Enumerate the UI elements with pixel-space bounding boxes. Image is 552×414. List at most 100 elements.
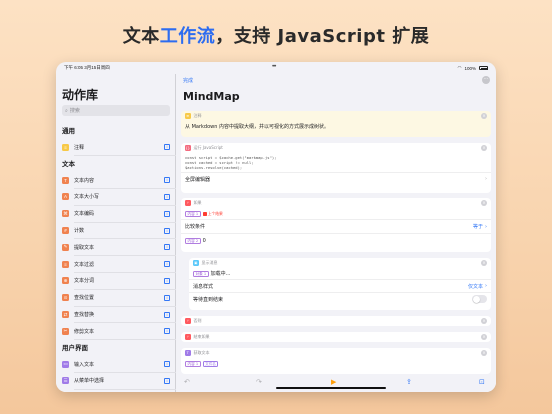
action-icon: ≡ xyxy=(62,143,69,151)
row-label: 全屏编辑器 xyxy=(185,176,211,183)
share-icon[interactable]: ⇪ xyxy=(406,378,412,386)
info-icon[interactable]: i xyxy=(164,244,170,251)
action-icon: ✎ xyxy=(62,243,69,251)
bottom-toolbar: ↶ ↷ ▶ ⇪ ⊡ xyxy=(176,374,496,392)
message-style-value[interactable]: 仅文本 xyxy=(468,283,483,290)
filename-token[interactable]: 文件名 xyxy=(202,360,219,367)
info-icon[interactable]: i xyxy=(164,193,170,200)
action-icon: # xyxy=(62,227,69,235)
sidebar-action-item[interactable]: A 文本大小写 i xyxy=(56,189,176,206)
action-label: 修剪文本 xyxy=(74,328,95,335)
library-icon[interactable]: ⊡ xyxy=(479,378,485,386)
variable-token[interactable]: 上个结果 xyxy=(202,210,223,217)
info-icon[interactable]: i xyxy=(164,227,170,234)
wait-toggle[interactable] xyxy=(472,295,487,303)
comment-card[interactable]: ≡ 注释 × 从 Markdown 内容中提取大纲，并以可视化的方式展示成树状。 xyxy=(181,111,491,137)
action-icon: ≡ xyxy=(62,260,69,268)
get-text-card[interactable]: T 获取文本 × 内容 1 文件名 xyxy=(181,348,491,374)
row-label: 比较条件 xyxy=(185,224,206,230)
sidebar-action-item[interactable]: ⊙ 查找位置 i xyxy=(56,289,176,306)
branch-icon: ⑂ xyxy=(185,334,191,340)
more-icon[interactable]: ⋯ xyxy=(482,76,490,84)
sidebar-action-item[interactable]: ⇄ 查找替换 i xyxy=(56,306,176,323)
action-icon: T xyxy=(62,176,69,184)
input-row[interactable]: 内容 1 文件名 xyxy=(181,358,491,369)
action-label: 注释 xyxy=(74,144,85,151)
param-tag: 内容 1 xyxy=(185,360,201,367)
card-header: ⑂ 如果 × xyxy=(181,198,491,208)
info-icon[interactable]: i xyxy=(164,361,170,368)
info-icon[interactable]: i xyxy=(164,328,170,335)
sidebar-action-item[interactable]: ⊕ 文本分词 i xyxy=(56,273,176,290)
fullscreen-editor-row[interactable]: 全屏编辑器 › xyxy=(181,172,491,185)
end-if-card[interactable]: ⑂ 结束如果 × xyxy=(181,332,491,342)
action-label: 提取文本 xyxy=(74,244,95,251)
multitask-dots[interactable]: ••• xyxy=(272,64,276,70)
param-tag: 内容 2 xyxy=(185,237,201,244)
action-library-sidebar: 动作库 ⌕ 搜索 通用 ≡ 注释 i 文本 T 文本内容 i A 文本大小写 i ⌘ 文本编码 i # 计数 i… xyxy=(56,74,176,392)
variable-label: 上个结果 xyxy=(207,210,223,216)
card-title: 如果 xyxy=(193,200,202,205)
info-icon[interactable]: i xyxy=(164,377,170,384)
action-icon: ⊕ xyxy=(62,277,69,285)
input-row[interactable]: 内容 1 上个结果 xyxy=(181,208,491,219)
remove-icon[interactable]: × xyxy=(481,350,487,356)
chevron-right-icon: › xyxy=(485,283,487,289)
action-icon: ▭ xyxy=(62,360,69,368)
headline-part1: 文本 xyxy=(122,26,160,47)
info-icon[interactable]: i xyxy=(164,277,170,284)
remove-icon[interactable]: × xyxy=(481,334,487,340)
sidebar-action-item[interactable]: # 计数 i xyxy=(56,222,176,239)
wait-row: 等待直到结束 xyxy=(189,292,491,305)
sidebar-section-title: 通用 xyxy=(62,127,75,135)
card-header: ⑂ 否则 × xyxy=(181,316,491,326)
branch-icon: ⑂ xyxy=(185,200,191,206)
action-label: 输入文本 xyxy=(74,361,95,368)
sidebar-action-item[interactable]: ≡ 文本过滤 i xyxy=(56,256,176,273)
search-input[interactable]: ⌕ 搜索 xyxy=(62,105,170,116)
sidebar-action-item[interactable]: ✂ 修剪文本 i xyxy=(56,323,176,340)
otherwise-card[interactable]: ⑂ 否则 × xyxy=(181,316,491,326)
search-placeholder: 搜索 xyxy=(69,108,80,114)
comment-text[interactable]: 从 Markdown 内容中提取大纲，并以可视化的方式展示成树状。 xyxy=(181,121,491,132)
info-icon[interactable]: i xyxy=(164,261,170,268)
info-icon[interactable]: i xyxy=(164,177,170,184)
compare-value-row[interactable]: 内容 2 0 xyxy=(181,233,491,247)
done-button[interactable]: 完成 xyxy=(183,77,193,84)
redo-icon[interactable]: ↷ xyxy=(256,378,262,386)
remove-icon[interactable]: × xyxy=(481,200,487,206)
code-editor[interactable]: const script = $cache.get("markmap.js");… xyxy=(181,153,491,172)
condition-row[interactable]: 比较条件 等于 › xyxy=(181,219,491,233)
undo-icon[interactable]: ↶ xyxy=(184,378,190,386)
info-icon[interactable]: i xyxy=(164,294,170,301)
info-icon[interactable]: i xyxy=(164,144,170,151)
message-row[interactable]: 对象 1 加载中... xyxy=(189,268,491,279)
condition-value[interactable]: 等于 xyxy=(473,223,483,230)
message-style-row[interactable]: 消息样式 仅文本 › xyxy=(189,279,491,292)
card-header: T 获取文本 × xyxy=(181,348,491,358)
javascript-icon: {} xyxy=(185,145,191,151)
variable-icon xyxy=(202,211,207,216)
sidebar-action-item[interactable]: T 文本内容 i xyxy=(56,172,176,189)
card-title: 否则 xyxy=(193,318,202,323)
compare-value[interactable]: 0 xyxy=(203,238,206,244)
message-text[interactable]: 加载中... xyxy=(211,270,231,277)
info-icon[interactable]: i xyxy=(164,311,170,318)
remove-icon[interactable]: × xyxy=(481,318,487,324)
sidebar-action-item[interactable]: ✎ 提取文本 i xyxy=(56,239,176,256)
info-icon[interactable]: i xyxy=(164,210,170,217)
show-message-card[interactable]: ▣ 显示消息 × 对象 1 加载中... 消息样式 仅文本 › 等待直到结束 xyxy=(189,258,491,310)
text-icon: T xyxy=(185,350,191,356)
run-icon[interactable]: ▶ xyxy=(331,378,336,386)
if-card[interactable]: ⑂ 如果 × 内容 1 上个结果 比较条件 等于 › 内容 2 0 xyxy=(181,198,491,252)
row-label: 消息样式 xyxy=(193,283,214,290)
sidebar-action-item[interactable]: ▣显示弹窗i xyxy=(56,389,176,392)
sidebar-action-item[interactable]: ≡ 注释 i xyxy=(56,139,176,156)
javascript-card[interactable]: {} 运行 JavaScript × const script = $cache… xyxy=(181,143,491,193)
sidebar-action-item[interactable]: ▭ 输入文本 i xyxy=(56,356,176,373)
sidebar-action-item[interactable]: ⌘ 文本编码 i xyxy=(56,205,176,222)
remove-icon[interactable]: × xyxy=(481,145,487,151)
remove-icon[interactable]: × xyxy=(481,260,487,266)
remove-icon[interactable]: × xyxy=(481,113,487,119)
sidebar-action-item[interactable]: ☰ 从菜单中选择 i xyxy=(56,373,176,390)
